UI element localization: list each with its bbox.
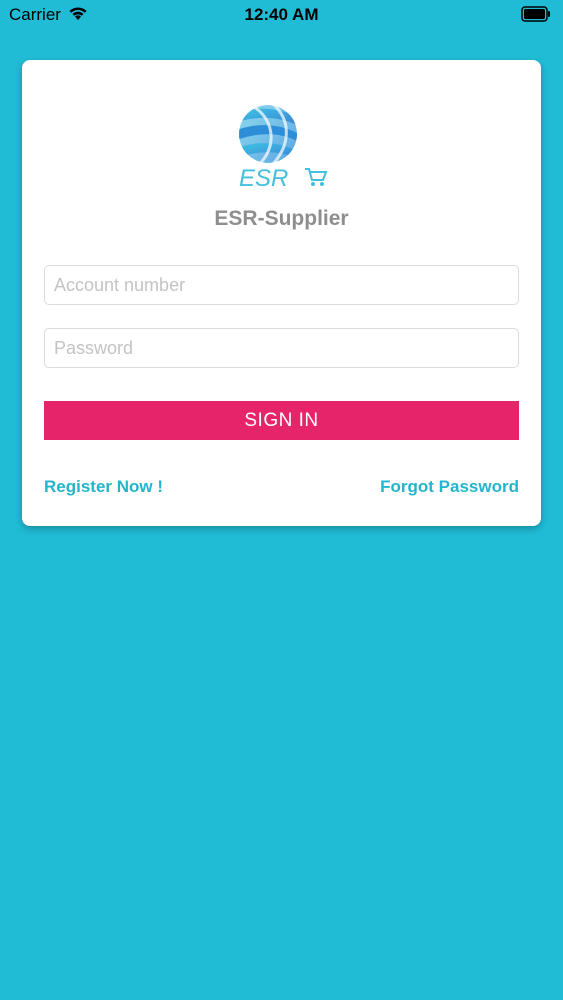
register-link[interactable]: Register Now !	[44, 477, 163, 497]
battery-icon	[521, 6, 550, 22]
globe-logo-icon	[239, 105, 297, 163]
account-number-input[interactable]	[44, 265, 519, 305]
logo-wordmark: ESR	[239, 165, 288, 190]
sign-in-button[interactable]: SIGN IN	[44, 401, 519, 440]
login-card: ESR ESR-Supplier SIGN IN Register Now ! …	[22, 60, 541, 526]
clock: 12:40 AM	[244, 5, 319, 24]
forgot-password-link[interactable]: Forgot Password	[380, 477, 519, 497]
password-input[interactable]	[44, 328, 519, 368]
status-bar: Carrier 12:40 AM	[0, 0, 563, 30]
app-title: ESR-Supplier	[214, 207, 349, 230]
cart-icon	[305, 168, 328, 186]
esr-logo: ESR	[239, 105, 328, 190]
